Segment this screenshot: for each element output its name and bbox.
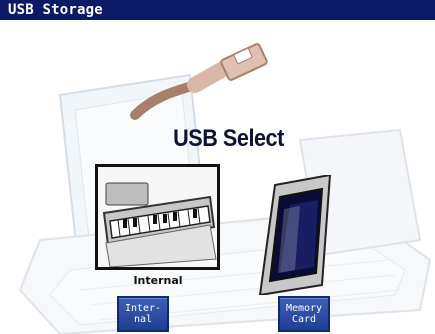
usb-cable-icon bbox=[130, 43, 268, 120]
internal-option-label: Internal bbox=[133, 274, 183, 287]
main-content: USB Select Internal Inter- nal Memory Ca… bbox=[0, 20, 435, 334]
internal-option-panel[interactable] bbox=[95, 164, 220, 270]
window-title: USB Storage bbox=[0, 0, 435, 20]
background-keyboard-base bbox=[18, 208, 432, 334]
internal-button[interactable]: Inter- nal bbox=[117, 296, 169, 332]
memory-card-icon[interactable] bbox=[250, 175, 342, 295]
page-title: USB Select bbox=[173, 125, 284, 152]
memory-card-button[interactable]: Memory Card bbox=[278, 296, 330, 332]
keyboard-icon bbox=[98, 167, 217, 268]
